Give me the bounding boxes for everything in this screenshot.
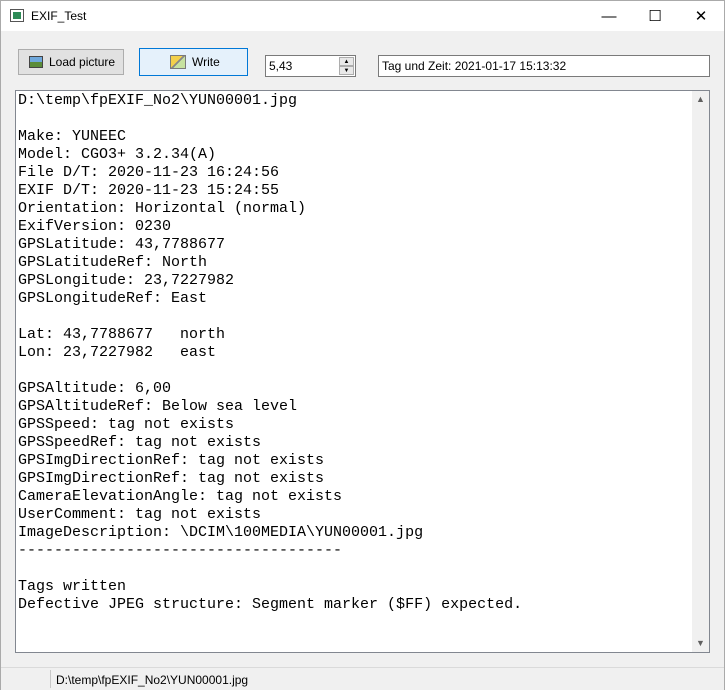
close-icon: ✕	[694, 8, 708, 25]
tag-datetime-field[interactable]: Tag und Zeit: 2021-01-17 15:13:32	[378, 55, 710, 77]
output-memo[interactable]: D:\temp\fpEXIF_No2\YUN00001.jpg Make: YUN…	[15, 90, 710, 653]
vertical-scrollbar[interactable]: ▲ ▼	[692, 91, 709, 652]
memo-line: D:\temp\fpEXIF_No2\YUN00001.jpg	[18, 92, 298, 109]
memo-line: File D/T: 2020-11-23 16:24:56	[18, 164, 280, 181]
memo-line: ------------------------------------	[18, 542, 343, 559]
tag-datetime-text[interactable]: Tag und Zeit: 2021-01-17 15:13:32	[382, 59, 566, 73]
memo-line: GPSLatitude: 43,7788677	[18, 236, 226, 253]
memo-line: GPSImgDirectionRef: tag not exists	[18, 470, 325, 487]
memo-line: ExifVersion: 0230	[18, 218, 172, 235]
memo-line: GPSImgDirectionRef: tag not exists	[18, 452, 325, 469]
memo-line: GPSSpeedRef: tag not exists	[18, 434, 262, 451]
memo-line	[18, 560, 688, 578]
memo-line: EXIF D/T: 2020-11-23 15:24:55	[18, 182, 280, 199]
memo-line: GPSAltitude: 6,00	[18, 380, 172, 397]
pencil-icon	[170, 55, 186, 69]
memo-line: Lat: 43,7788677 north	[18, 326, 226, 343]
close-button[interactable]: ✕	[678, 1, 724, 31]
memo-line	[18, 110, 688, 128]
memo-line: Defective JPEG structure: Segment marker…	[18, 596, 523, 613]
minimize-icon: —	[601, 7, 617, 25]
memo-line: Model: CGO3+ 3.2.34(A)	[18, 146, 217, 163]
memo-line: ImageDescription: \DCIM\100MEDIA\YUN0000…	[18, 524, 424, 541]
scroll-down-arrow-icon[interactable]: ▼	[692, 635, 709, 652]
memo-line: GPSLongitude: 23,7227982	[18, 272, 235, 289]
scroll-up-arrow-icon[interactable]: ▲	[692, 91, 709, 108]
maximize-icon: ☐	[648, 8, 662, 25]
write-label: Write	[192, 55, 220, 69]
memo-line: CameraElevationAngle: tag not exists	[18, 488, 343, 505]
title-bar[interactable]: EXIF_Test — ☐ ✕	[1, 1, 724, 31]
memo-line	[18, 308, 688, 326]
memo-line: Make: YUNEEC	[18, 128, 127, 145]
memo-line: Tags written	[18, 578, 127, 595]
memo-line: Lon: 23,7227982 east	[18, 344, 217, 361]
memo-line: UserComment: tag not exists	[18, 506, 262, 523]
value-spinner[interactable]: 5,43 ▲ ▼	[265, 55, 356, 77]
picture-icon	[29, 56, 43, 68]
arrow-down-icon: ▼	[343, 68, 350, 74]
memo-line: GPSAltitudeRef: Below sea level	[18, 398, 298, 415]
memo-line: GPSLatitudeRef: North	[18, 254, 208, 271]
maximize-button[interactable]: ☐	[632, 1, 678, 31]
memo-line: Orientation: Horizontal (normal)	[18, 200, 307, 217]
window-title: EXIF_Test	[31, 9, 87, 23]
memo-line: GPSSpeed: tag not exists	[18, 416, 235, 433]
memo-text[interactable]: D:\temp\fpEXIF_No2\YUN00001.jpg Make: YUN…	[18, 92, 688, 614]
write-button[interactable]: Write	[139, 48, 248, 76]
status-path: D:\temp\fpEXIF_No2\YUN00001.jpg	[56, 673, 249, 687]
status-divider	[50, 670, 51, 688]
load-picture-label: Load picture	[49, 55, 116, 69]
app-icon	[10, 9, 24, 22]
app-window: EXIF_Test — ☐ ✕ Load picture Write 5,43 …	[0, 0, 725, 690]
spinner-up-button[interactable]: ▲	[339, 57, 354, 66]
memo-line	[18, 362, 688, 380]
arrow-up-icon: ▲	[343, 59, 350, 65]
status-bar: D:\temp\fpEXIF_No2\YUN00001.jpg	[1, 667, 724, 690]
spinner-value[interactable]: 5,43	[269, 59, 292, 73]
spinner-down-button[interactable]: ▼	[339, 66, 354, 75]
load-picture-button[interactable]: Load picture	[18, 49, 124, 75]
memo-line: GPSLongitudeRef: East	[18, 290, 208, 307]
minimize-button[interactable]: —	[586, 1, 632, 31]
